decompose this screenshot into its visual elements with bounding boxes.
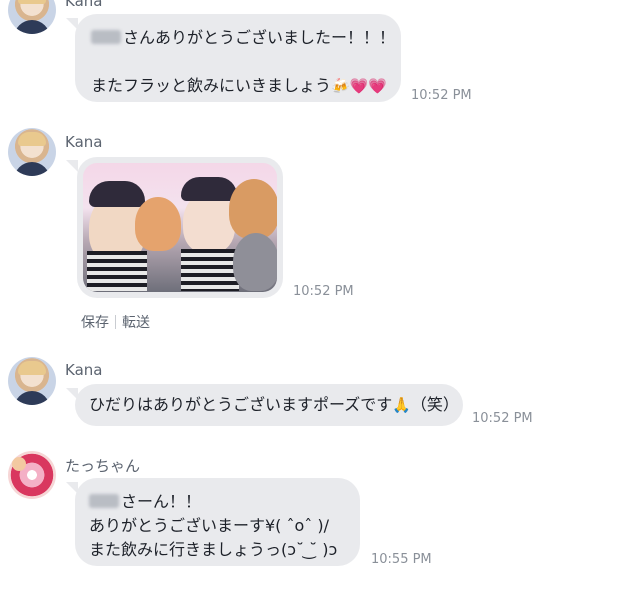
beer-icon: 🍻 bbox=[331, 77, 350, 95]
message-line: ありがとうございまーす¥( ˆoˆ )/ bbox=[89, 516, 330, 535]
save-button[interactable]: 保存 bbox=[81, 315, 109, 331]
message-bubble[interactable]: ひだりはありがとうございますポーズです🙏（笑） bbox=[75, 384, 463, 426]
heart-icon: 💗 bbox=[349, 77, 369, 95]
message-bubble[interactable]: さんありがとうございましたー！！！ またフラッと飲みにいきましょう🍻💗💗 bbox=[75, 14, 401, 102]
action-divider bbox=[115, 315, 116, 329]
photo-attachment[interactable] bbox=[77, 157, 283, 298]
sender-name: Kana bbox=[65, 0, 103, 10]
redacted-name bbox=[89, 494, 119, 508]
photo-image bbox=[83, 163, 277, 292]
message-time: 10:52 PM bbox=[411, 88, 472, 103]
message-line: また飲みに行きましょうっ(ↄ˘ ͜˘ )ↄ bbox=[89, 540, 338, 559]
message-bubble[interactable]: さーん！！ ありがとうございまーす¥( ˆoˆ )/ また飲みに行きましょうっ(… bbox=[75, 478, 360, 566]
heart-icon: 💗 bbox=[368, 77, 388, 95]
bubble-tail bbox=[66, 160, 78, 172]
sender-name: Kana bbox=[65, 361, 103, 379]
praying-hands-icon: 🙏 bbox=[392, 396, 411, 414]
photo-actions: 保存 転送 bbox=[81, 312, 150, 332]
redacted-name bbox=[91, 30, 121, 44]
message-line: またフラッと飲みにいきましょう🍻💗💗 bbox=[91, 74, 388, 98]
forward-button[interactable]: 転送 bbox=[122, 315, 150, 331]
sender-avatar[interactable] bbox=[8, 0, 56, 34]
message-time: 10:52 PM bbox=[472, 411, 533, 426]
sender-name: たっちゃん bbox=[65, 457, 141, 475]
sender-avatar[interactable] bbox=[8, 128, 56, 176]
message-time: 10:52 PM bbox=[293, 284, 354, 299]
message-line: ひだりはありがとうございますポーズです🙏（笑） bbox=[89, 393, 459, 417]
sender-name: Kana bbox=[65, 133, 103, 151]
message-line: さんありがとうございましたー！！！ bbox=[91, 26, 395, 50]
message-line: さーん！！ bbox=[89, 490, 346, 514]
sender-avatar[interactable] bbox=[8, 357, 56, 405]
message-time: 10:55 PM bbox=[371, 552, 432, 567]
sender-avatar[interactable] bbox=[8, 451, 56, 499]
